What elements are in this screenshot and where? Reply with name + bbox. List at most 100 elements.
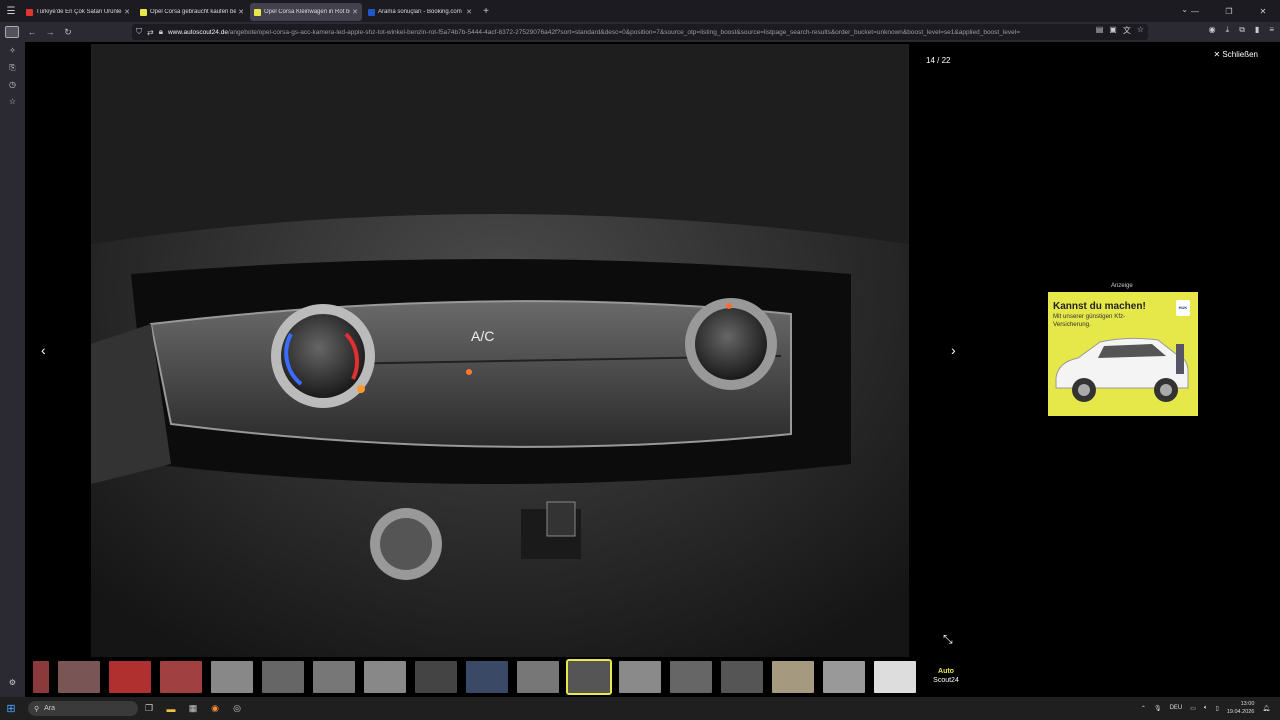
network-icon[interactable]: ▭	[1190, 705, 1196, 712]
exit-fullscreen-icon[interactable]: ⤡	[943, 632, 953, 647]
url-bar[interactable]: ⛉ ⇄ 🔒︎ www.autoscout24.de/angebote/opel-…	[132, 24, 1148, 40]
new-tab-button[interactable]: +	[478, 6, 494, 17]
file-explorer-icon[interactable]: ▬	[160, 704, 182, 714]
search-icon: ⚲	[34, 705, 40, 713]
browser-tab[interactable]: Türkiye'de En Çok Satan Ürünle ✕	[22, 3, 134, 21]
gallery-thumbnail[interactable]	[33, 661, 49, 693]
gallery-thumbnail[interactable]	[313, 661, 355, 693]
sidebar-settings-icon[interactable]: ⚙	[0, 674, 25, 691]
nav-bar: ← → ↻ ⛉ ⇄ 🔒︎ www.autoscout24.de/angebote…	[0, 22, 1280, 42]
account-icon[interactable]: ◉	[1209, 25, 1216, 35]
reader-view-icon[interactable]: ▤	[1096, 25, 1104, 36]
chrome-icon[interactable]: ◎	[226, 703, 248, 714]
gallery-thumbnail[interactable]	[566, 659, 612, 695]
restore-icon[interactable]: ❐	[1212, 7, 1246, 16]
advertisement[interactable]: Kannst du machen! Mit unserer günstigen …	[1048, 292, 1198, 416]
gallery-thumbnail[interactable]	[874, 661, 916, 693]
ad-label: Anzeige	[1111, 283, 1133, 289]
menu-icon[interactable]: ≡	[1269, 25, 1274, 35]
translate-icon[interactable]: 文	[1123, 25, 1131, 36]
extension-icon[interactable]: ▮	[1255, 25, 1259, 35]
extensions-icon[interactable]: ⧉	[1239, 25, 1245, 35]
gallery-thumbnail[interactable]	[721, 661, 763, 693]
browser-tab[interactable]: Opel Corsa gebraucht kaufen bei ✕	[136, 3, 248, 21]
car-interior-photo: A/C	[91, 44, 909, 657]
gallery-thumbnail[interactable]	[109, 661, 151, 693]
gallery-thumbnail[interactable]	[211, 661, 253, 693]
close-icon: ✕	[1213, 50, 1221, 59]
downloads-icon[interactable]: ⤓	[1226, 25, 1230, 35]
tab-title: Opel Corsa Kleinwagen in Rot bei	[264, 9, 351, 15]
close-label: Schließen	[1222, 50, 1258, 59]
back-icon[interactable]: ←	[23, 27, 41, 37]
store-icon[interactable]: ▦	[182, 703, 204, 714]
gallery-thumbnail[interactable]	[619, 661, 661, 693]
tab-title: Arama sonuçları - Booking.com	[378, 9, 462, 15]
bookmark-star-icon[interactable]: ☆	[1137, 25, 1144, 36]
close-tab-icon[interactable]: ✕	[124, 8, 130, 16]
task-view-icon[interactable]: ❐	[138, 703, 160, 714]
tab-favicon-icon	[368, 8, 375, 16]
gallery-thumbnail[interactable]	[466, 661, 508, 693]
bookmarks-icon[interactable]: ☆	[0, 93, 25, 110]
clock[interactable]: 13:00 19.04.2026	[1227, 700, 1255, 716]
battery-icon[interactable]: ▯	[1216, 705, 1219, 712]
tab-bar: ☰ Türkiye'de En Çok Satan Ürünle ✕ Opel Co…	[0, 0, 1280, 22]
shield-icon[interactable]: ⛉	[136, 27, 142, 37]
previous-image-button[interactable]: ‹	[41, 342, 46, 358]
permissions-icon[interactable]: ⇄	[147, 28, 154, 37]
tab-list-icon[interactable]: ☰	[0, 0, 22, 22]
taskbar-search[interactable]: ⚲ Ara	[28, 701, 138, 716]
browser-sidebar: ✧ ⎘ ◷ ☆ ⚙	[0, 42, 25, 697]
synced-tabs-icon[interactable]: ⎘	[0, 59, 25, 76]
close-tab-icon[interactable]: ✕	[352, 8, 358, 16]
clock-time: 13:00	[1240, 701, 1255, 707]
gallery-thumbnail[interactable]	[58, 661, 100, 693]
close-gallery-button[interactable]: ✕ Schließen	[1213, 50, 1258, 59]
volume-icon[interactable]: 🔈︎	[1204, 705, 1208, 712]
ad-car-image	[1055, 337, 1189, 402]
gallery-thumbnail[interactable]	[517, 661, 559, 693]
clock-date: 19.04.2026	[1226, 709, 1255, 715]
sidebar-toggle-icon[interactable]	[5, 26, 19, 38]
close-tab-icon[interactable]: ✕	[466, 8, 472, 16]
firefox-icon[interactable]: ◉	[204, 703, 226, 714]
gallery-thumbnail[interactable]	[262, 661, 304, 693]
history-icon[interactable]: ◷	[0, 76, 25, 93]
image-counter: 14 / 22	[926, 56, 951, 65]
tray-overflow-icon[interactable]: ⌃	[1141, 705, 1146, 712]
ai-chat-icon[interactable]: ✧	[0, 42, 25, 59]
gallery-thumbnail[interactable]	[823, 661, 865, 693]
svg-text:A/C: A/C	[471, 328, 494, 344]
close-window-icon[interactable]: ✕	[1246, 7, 1280, 16]
gallery-thumbnail[interactable]	[670, 661, 712, 693]
thumb-logo-line1: Auto	[938, 668, 954, 675]
tab-favicon-icon	[26, 8, 33, 16]
forward-icon[interactable]: →	[41, 27, 59, 37]
gallery-thumbnail[interactable]	[160, 661, 202, 693]
taskbar-search-placeholder: Ara	[44, 705, 56, 712]
image-gallery: A/C 14 / 22 ✕ Schließen ‹ › Anzeige Kann…	[25, 42, 1280, 697]
tab-favicon-icon	[140, 8, 147, 16]
autoscout24-thumbnail[interactable]: Auto Scout24	[925, 661, 967, 693]
url-path: /angebote/opel-corsa-gs-acc-kamera-led-a…	[227, 28, 1021, 36]
close-tab-icon[interactable]: ✕	[238, 8, 244, 16]
thumbnail-strip: Auto Scout24	[33, 659, 976, 695]
minimize-icon[interactable]: —	[1178, 7, 1212, 16]
lock-icon[interactable]: 🔒︎	[159, 27, 163, 37]
language-indicator[interactable]: DEU	[1170, 705, 1183, 711]
gallery-thumbnail[interactable]	[415, 661, 457, 693]
os-taskbar: ⊞ ⚲ Ara ❐ ▬ ▦ ◉ ◎ ⌃ 🎙︎ DEU ▭ 🔈︎ ▯ 13:00 …	[0, 697, 1280, 720]
reload-icon[interactable]: ↻	[59, 27, 77, 38]
tab-title: Türkiye'de En Çok Satan Ürünle	[36, 9, 122, 15]
next-image-button[interactable]: ›	[951, 342, 956, 358]
gallery-thumbnail[interactable]	[772, 661, 814, 693]
microphone-icon[interactable]: 🎙︎	[1154, 705, 1162, 712]
browser-tab[interactable]: Opel Corsa Kleinwagen in Rot bei ✕	[250, 3, 362, 21]
windows-start-icon[interactable]: ⊞	[0, 702, 22, 715]
notifications-icon[interactable]: 🔔︎	[1262, 705, 1270, 712]
browser-tab[interactable]: Arama sonuçları - Booking.com ✕	[364, 3, 476, 21]
url-host: www.autoscout24.de	[167, 28, 228, 36]
gallery-thumbnail[interactable]	[364, 661, 406, 693]
pip-icon[interactable]: ▣	[1109, 25, 1117, 36]
